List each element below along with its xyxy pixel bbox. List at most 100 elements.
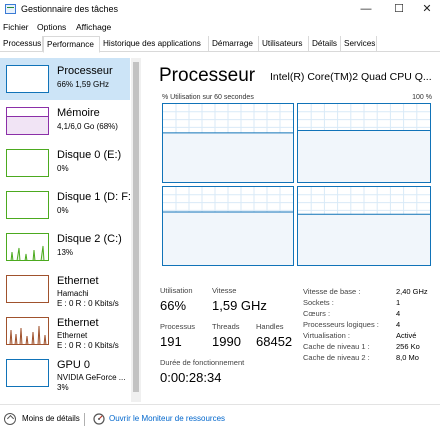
sidebar-item-label: Disque 2 (C:) [57, 233, 122, 245]
tab-services[interactable]: Services [341, 36, 377, 52]
sidebar-item-detail: 3% [57, 383, 69, 392]
usage-area [298, 214, 430, 265]
handles-label: Handles [256, 322, 284, 331]
handles-value: 68452 [256, 334, 293, 349]
spec-value: 4 [396, 320, 401, 329]
gpu-thumbnail-icon [6, 359, 49, 387]
tab-bar: Processus Performance Historique des app… [0, 36, 440, 53]
spec-value: 8,0 Mo [396, 353, 419, 362]
tab-processus[interactable]: Processus [0, 36, 43, 52]
spec-label: Virtualisation : [303, 331, 350, 340]
sidebar-item-ethernet-hamachi[interactable]: Ethernet Hamachi E : 0 R : 0 Kbits/s [0, 268, 130, 310]
sidebar-item-disque-2[interactable]: Disque 2 (C:) 13% [0, 226, 130, 268]
utilisation-value: 66% [160, 298, 187, 313]
sidebar-item-detail: E : 0 R : 0 Kbits/s [57, 299, 119, 308]
close-button[interactable]: ✕ [416, 2, 438, 16]
usage-area [163, 211, 293, 265]
graph-caption: % Utilisation sur 60 secondes [162, 94, 254, 101]
sidebar-item-processeur[interactable]: Processeur 66% 1,59 GHz [0, 58, 130, 100]
spec-label: Cache de niveau 1 : [303, 342, 370, 351]
sidebar-item-gpu-0[interactable]: GPU 0 NVIDIA GeForce ... 3% [0, 352, 130, 394]
sidebar-item-detail: 4,1/6,0 Go (68%) [57, 122, 118, 131]
sidebar-item-adapter: Hamachi [57, 289, 89, 298]
spec-value: 256 Ko [396, 342, 420, 351]
graph-max-label: 100 % [412, 94, 432, 101]
cpu-detail-panel: Processeur Intel(R) Core(TM)2 Quad CPU Q… [150, 58, 440, 402]
menu-bar: Fichier Options Affichage [0, 20, 440, 36]
task-manager-icon [5, 4, 16, 14]
cpu-thumbnail-icon [6, 65, 49, 93]
disk-thumbnail-icon [6, 149, 49, 177]
sidebar-item-label: Disque 0 (E:) [57, 149, 122, 161]
spec-value: 1 [396, 298, 401, 307]
menu-fichier[interactable]: Fichier [3, 22, 29, 32]
sidebar-item-adapter: Ethernet [57, 331, 88, 340]
less-details-button[interactable]: Moins de détails [22, 414, 80, 423]
sidebar-scroll-thumb[interactable] [133, 62, 139, 392]
sidebar-item-detail: 0% [57, 206, 69, 215]
uptime-label: Durée de fonctionnement [160, 358, 245, 367]
spec-value: 2,40 GHz [396, 287, 428, 296]
vitesse-label: Vitesse [212, 286, 237, 295]
spec-label: Cœurs : [303, 309, 331, 318]
core-graph-canvas [298, 187, 430, 265]
sidebar-item-ethernet[interactable]: Ethernet Ethernet E : 0 R : 0 Kbits/s [0, 310, 130, 352]
resource-sidebar: Processeur 66% 1,59 GHz Mémoire 4,1/6,0 … [0, 58, 130, 402]
spec-label: Cache de niveau 2 : [303, 353, 370, 362]
network-thumbnail-icon [6, 317, 49, 345]
usage-area [298, 130, 430, 182]
sidebar-item-disque-1[interactable]: Disque 1 (D: F:) 0% [0, 184, 130, 226]
tab-performance[interactable]: Performance [43, 36, 100, 53]
chevron-up-icon[interactable] [4, 413, 16, 425]
sidebar-item-detail: E : 0 R : 0 Kbits/s [57, 341, 119, 350]
menu-options[interactable]: Options [37, 22, 66, 32]
sidebar-item-label: Ethernet [57, 275, 99, 287]
core-graph-canvas [163, 187, 293, 265]
menu-affichage[interactable]: Affichage [76, 22, 111, 32]
tab-historique[interactable]: Historique des applications [100, 36, 209, 52]
sidebar-item-adapter: NVIDIA GeForce ... [57, 373, 126, 382]
disk-thumbnail-icon [6, 233, 49, 261]
core-graph-canvas [163, 104, 293, 182]
page-title: Processeur [159, 65, 256, 86]
sidebar-item-label: Ethernet [57, 317, 99, 329]
uptime-value: 0:00:28:34 [160, 370, 222, 385]
core-graph-canvas [298, 104, 430, 182]
sidebar-item-detail: 0% [57, 164, 69, 173]
open-resource-monitor-link[interactable]: Ouvrir le Moniteur de ressources [109, 414, 225, 423]
sidebar-scrollbar[interactable] [131, 58, 141, 402]
sidebar-item-disque-0[interactable]: Disque 0 (E:) 0% [0, 142, 130, 184]
sidebar-item-detail: 13% [57, 248, 74, 257]
disk-thumbnail-icon [6, 191, 49, 219]
resource-monitor-icon [93, 413, 105, 425]
tab-demarrage[interactable]: Démarrage [209, 36, 259, 52]
processus-label: Processus [160, 322, 196, 331]
spec-label: Vitesse de base : [303, 287, 361, 296]
utilisation-label: Utilisation [160, 286, 193, 295]
sidebar-item-label: Mémoire [57, 107, 100, 119]
cpu-core-graph [162, 103, 294, 183]
tab-utilisateurs[interactable]: Utilisateurs [259, 36, 309, 52]
cpu-core-graph [297, 103, 431, 183]
sidebar-item-label: Processeur [57, 65, 113, 77]
spec-label: Processeurs logiques : [303, 320, 379, 329]
usage-area [163, 132, 293, 182]
processus-value: 191 [160, 334, 182, 349]
cpu-model-name: Intel(R) Core(TM)2 Quad CPU Q... [270, 71, 432, 83]
maximize-button[interactable]: ☐ [388, 2, 410, 16]
footer-divider [84, 413, 85, 426]
network-thumbnail-icon [6, 275, 49, 303]
sidebar-item-memoire[interactable]: Mémoire 4,1/6,0 Go (68%) [0, 100, 130, 142]
memory-thumbnail-icon [6, 107, 49, 135]
tab-details[interactable]: Détails [309, 36, 341, 52]
cpu-core-graph [297, 186, 431, 266]
window-title: Gestionnaire des tâches [21, 4, 119, 14]
sidebar-item-detail: 66% 1,59 GHz [57, 80, 110, 89]
spec-label: Sockets : [303, 298, 334, 307]
minimize-button[interactable]: — [355, 2, 377, 16]
threads-value: 1990 [212, 334, 241, 349]
sidebar-item-label: Disque 1 (D: F:) [57, 191, 130, 203]
cpu-core-graph [162, 186, 294, 266]
threads-label: Threads [212, 322, 240, 331]
spec-value: Activé [396, 331, 417, 340]
